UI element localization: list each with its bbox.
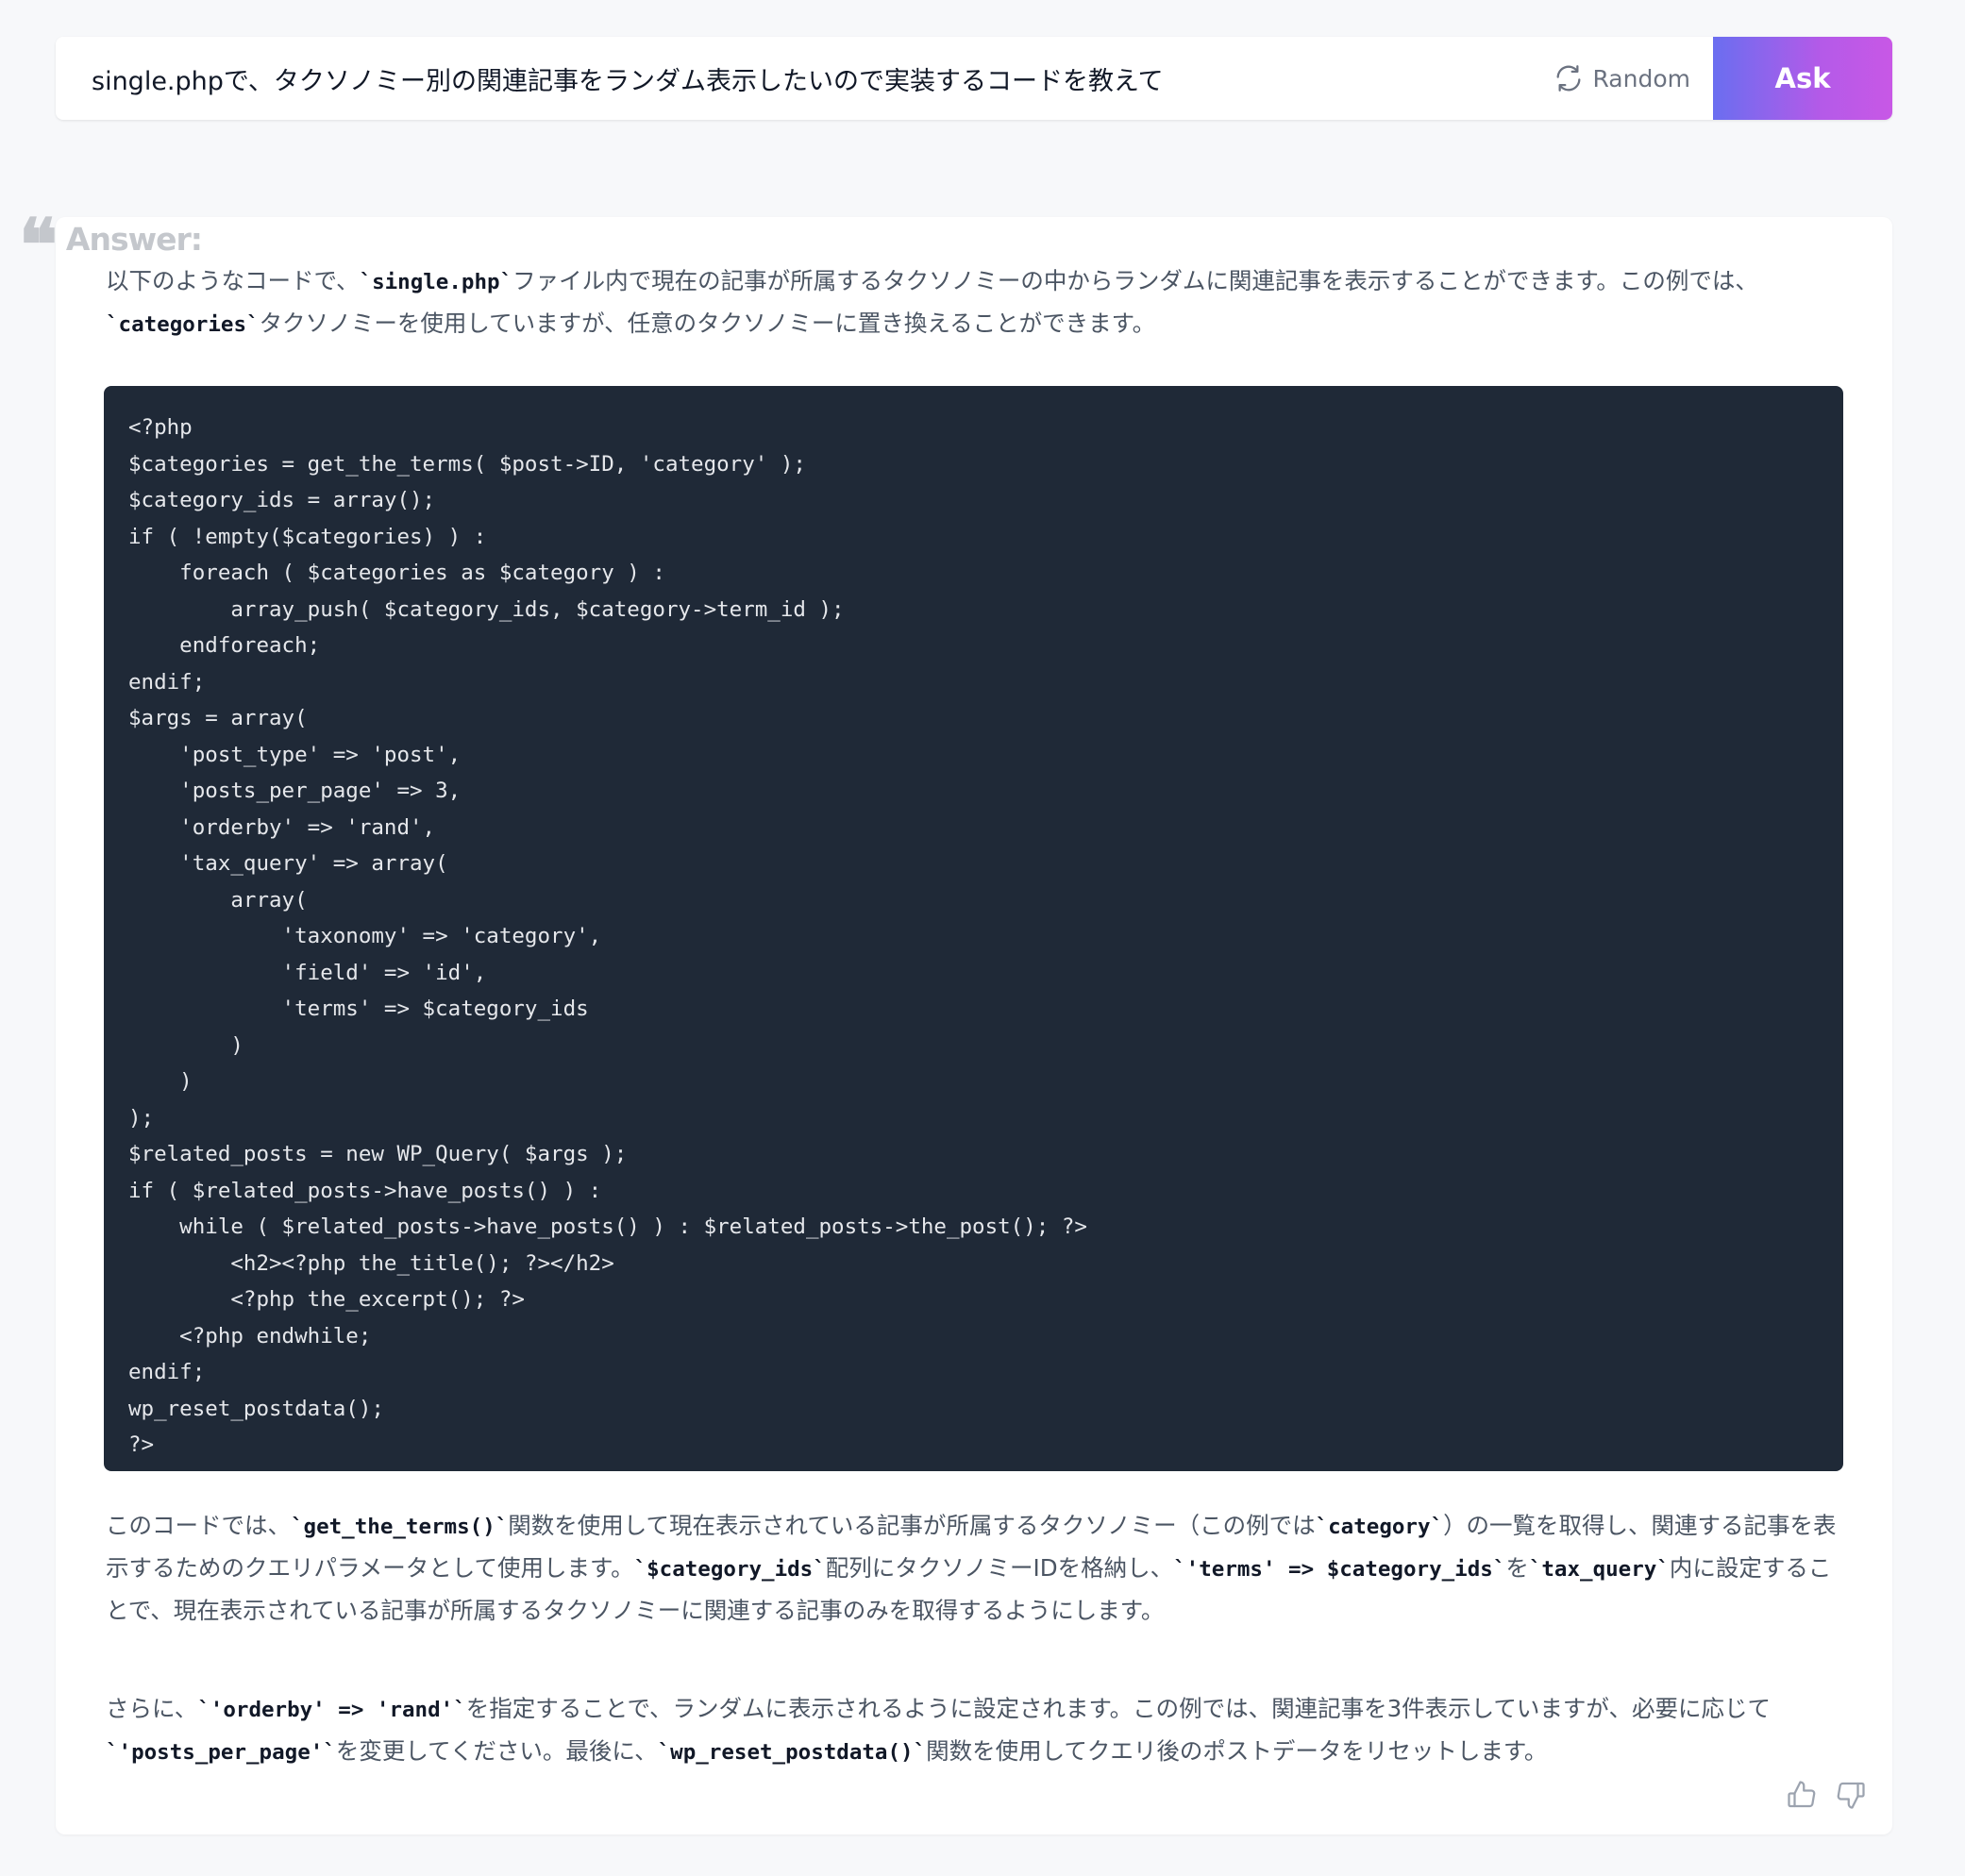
explain1-code-5: `tax_query`: [1528, 1557, 1670, 1582]
ask-button[interactable]: Ask: [1713, 37, 1892, 120]
explain2-text-2: を指定することで、ランダムに表示されるように設定されます。この例では、関連記事を…: [465, 1695, 1771, 1722]
random-label: Random: [1592, 64, 1690, 92]
quote-icon: ❝: [19, 203, 58, 287]
random-button[interactable]: Random: [1553, 62, 1713, 94]
intro-code-1: `single.php`: [359, 270, 513, 294]
explain1-text-5: を: [1505, 1554, 1529, 1582]
answer-card: 以下のようなコードで、`single.php`ファイル内で現在の記事が所属するタ…: [56, 217, 1892, 1834]
intro-code-2: `categories`: [106, 312, 260, 337]
explain1-code-4: `'terms' => $category_ids`: [1173, 1557, 1506, 1582]
code-content: <?php $categories = get_the_terms( $post…: [128, 415, 1087, 1457]
explain2-text-1: さらに、: [106, 1695, 198, 1722]
answer-label-text: Answer:: [65, 220, 203, 258]
explain1-code-3: `$category_ids`: [633, 1557, 826, 1582]
code-block: <?php $categories = get_the_terms( $post…: [104, 386, 1843, 1471]
explain1-code-1: `get_the_terms()`: [291, 1515, 509, 1539]
explain2-text-4: 関数を使用してクエリ後のポストデータをリセットします。: [926, 1737, 1548, 1765]
explain2-code-3: `wp_reset_postdata()`: [657, 1740, 927, 1765]
explain2-code-1: `'orderby' => 'rand'`: [197, 1698, 466, 1722]
intro-text-3: タクソノミーを使用していますが、任意のタクソノミーに置き換えることができます。: [259, 310, 1156, 337]
answer-intro: 以下のようなコードで、`single.php`ファイル内で現在の記事が所属するタ…: [106, 260, 1852, 345]
thumbs-up-icon[interactable]: [1785, 1778, 1819, 1812]
answer-label: ❝ Answer:: [19, 196, 203, 287]
query-input[interactable]: single.phpで、タクソノミー別の関連記事をランダム表示したいので実装する…: [56, 60, 1553, 97]
explain2-text-3: を変更してください。最後に、: [335, 1737, 658, 1765]
query-bar: single.phpで、タクソノミー別の関連記事をランダム表示したいので実装する…: [56, 37, 1892, 120]
explain1-text-4: 配列にタクソノミーIDを格納し、: [825, 1554, 1174, 1582]
answer-explanation-2: さらに、`'orderby' => 'rand'`を指定することで、ランダムに表…: [106, 1688, 1852, 1773]
refresh-icon: [1557, 65, 1581, 92]
thumbs-down-icon[interactable]: [1834, 1778, 1868, 1812]
explain1-text-2: 関数を使用して現在表示されている記事が所属するタクソノミー（この例では: [508, 1512, 1316, 1539]
intro-text-2: ファイル内で現在の記事が所属するタクソノミーの中からランダムに関連記事を表示する…: [512, 267, 1758, 294]
explain1-text-1: このコードでは、: [106, 1512, 291, 1539]
explain2-code-2: `'posts_per_page'`: [106, 1740, 336, 1765]
explain1-code-2: `category`: [1315, 1515, 1444, 1539]
answer-explanation-1: このコードでは、`get_the_terms()`関数を使用して現在表示されてい…: [106, 1505, 1852, 1632]
feedback-buttons: [1785, 1778, 1868, 1812]
